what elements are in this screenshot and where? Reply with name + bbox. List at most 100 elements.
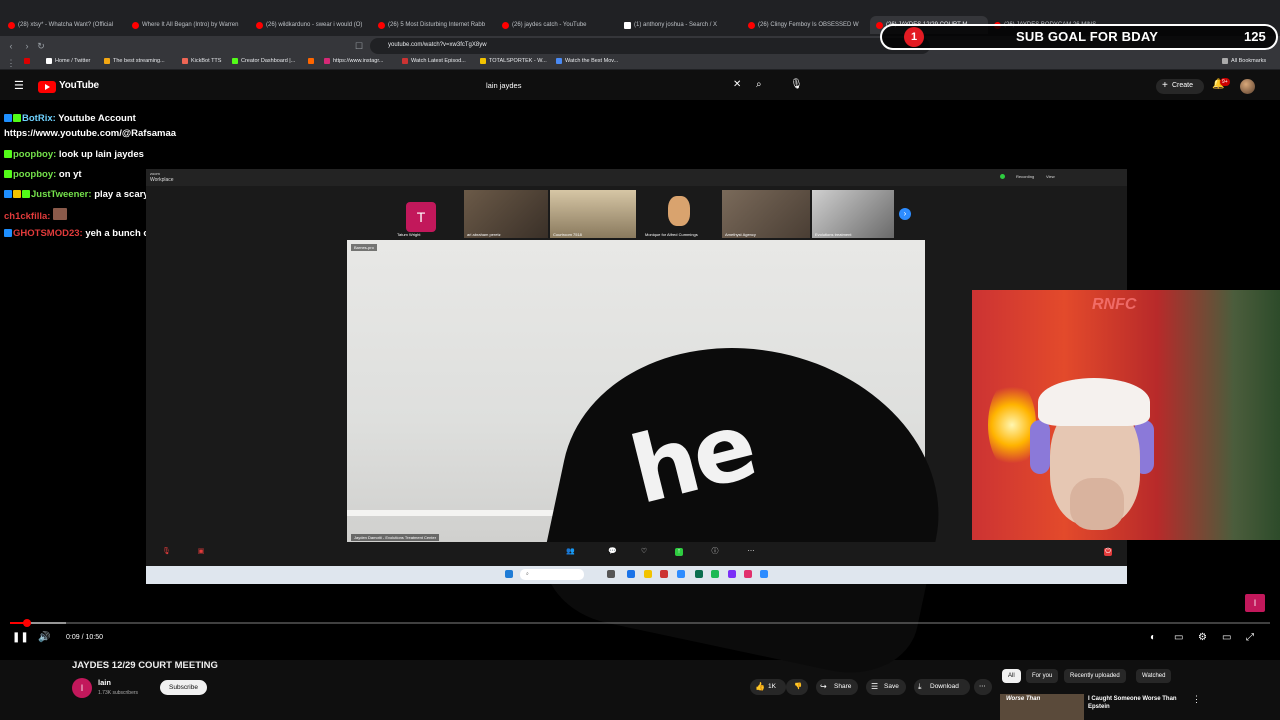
url-field[interactable]: youtube.com/watch?v=xw3fcTgX8yw xyxy=(370,38,930,54)
participants-icon[interactable]: 👥 xyxy=(566,548,575,556)
bookmark-icon xyxy=(104,58,110,64)
youtube-logo-icon[interactable] xyxy=(38,81,56,93)
fullscreen-icon[interactable]: ⤢ xyxy=(1246,632,1254,644)
participant-tile[interactable]: T Tatum Wright xyxy=(394,190,450,238)
participant-tile[interactable]: Monique for Alfred Cummings xyxy=(642,190,716,238)
next-page-icon[interactable]: › xyxy=(899,208,911,220)
browser-tab[interactable]: Where It All Began (Intro) by Warren xyxy=(132,16,244,34)
recommended-title[interactable]: I Caught Someone Worse Than Epstein xyxy=(1088,695,1188,711)
windows-start-icon[interactable] xyxy=(505,570,513,578)
youtube-icon xyxy=(8,21,15,29)
back-icon[interactable]: ‹ xyxy=(6,41,16,51)
participant-tile[interactable]: ari abraham peretz xyxy=(464,190,548,238)
youtube-icon xyxy=(24,58,30,64)
menu-icon[interactable]: ☰ xyxy=(14,79,24,92)
view-button[interactable]: View xyxy=(1046,174,1055,179)
react-icon[interactable]: ♡ xyxy=(640,548,648,556)
autoplay-toggle[interactable]: ◐ xyxy=(1150,632,1156,644)
share-screen-icon[interactable]: ↑ xyxy=(675,548,683,556)
bookmark-item[interactable]: The best streaming... xyxy=(104,58,165,64)
taskbar-app-icon[interactable] xyxy=(677,570,685,578)
microphone-muted-icon[interactable]: 🎙 xyxy=(162,548,171,556)
download-button[interactable]: Download xyxy=(914,679,970,695)
browser-tab[interactable]: (28) xtsy* - Whatcha Want? (Official xyxy=(8,16,120,34)
participant-tile[interactable]: Evolutions treatment xyxy=(812,190,894,238)
bookmark-item[interactable]: https://www.instagr... xyxy=(324,58,383,64)
thumbs-down-icon: 👎 xyxy=(794,683,803,690)
bookmark-item[interactable]: Home / Twitter xyxy=(46,58,90,64)
bookmark-item[interactable]: TOTALSPORTEK - W... xyxy=(480,58,547,64)
instagram-icon xyxy=(324,58,330,64)
taskbar-app-icon[interactable] xyxy=(627,570,635,578)
participant-tile[interactable]: Courtroom 7518 xyxy=(550,190,636,238)
more-icon[interactable]: ⋯ xyxy=(747,548,755,556)
channel-watermark[interactable]: l xyxy=(1245,594,1265,612)
chat-icon[interactable]: 💬 xyxy=(608,548,617,556)
like-count: 1K xyxy=(768,683,776,690)
account-avatar[interactable] xyxy=(1240,79,1255,94)
bookmark-item[interactable]: KickBot TTS xyxy=(182,58,221,64)
browser-tab[interactable]: (26) Clingy Femboy Is OBSESSED W xyxy=(748,16,860,34)
meeting-info-icon[interactable]: ⓘ xyxy=(711,548,719,556)
captions-icon[interactable]: ▭ xyxy=(1174,632,1183,644)
bookmark-item[interactable] xyxy=(24,58,30,64)
reload-icon[interactable]: ↻ xyxy=(36,41,46,51)
more-actions-button[interactable]: ⋯ xyxy=(974,679,992,695)
theater-mode-icon[interactable]: ▭ xyxy=(1222,632,1231,644)
taskbar-app-icon[interactable] xyxy=(695,570,703,578)
bookmark-icon xyxy=(480,58,486,64)
browser-tab[interactable]: (26) jaydes catch - YouTube xyxy=(502,16,614,34)
participant-tile[interactable]: Amethyst Agency xyxy=(722,190,810,238)
browser-tab[interactable]: (1) anthony joshua - Search / X xyxy=(624,16,736,34)
browser-tab[interactable]: (26) 5 Most Disturbing Internet Rabb xyxy=(378,16,490,34)
youtube-icon xyxy=(132,21,139,29)
recording-indicator: Recording xyxy=(1016,174,1035,179)
bookmark-item[interactable]: Watch Latest Episod... xyxy=(402,58,466,64)
all-bookmarks[interactable]: All Bookmarks xyxy=(1222,58,1266,64)
volume-icon[interactable]: 🔊 xyxy=(38,632,50,644)
youtube-icon xyxy=(748,21,755,29)
taskbar-app-icon[interactable] xyxy=(744,570,752,578)
taskbar-search[interactable]: ⌕ xyxy=(520,569,584,580)
cam-lamp xyxy=(988,380,1036,470)
leave-icon[interactable]: ⏻ xyxy=(1104,548,1112,556)
bookmark-item[interactable] xyxy=(308,58,314,64)
browser-tab[interactable]: (26) wildkarduno - swear i would (O) xyxy=(256,16,368,34)
chip-recently-uploaded[interactable]: Recently uploaded xyxy=(1064,669,1126,683)
bookmark-item[interactable]: Watch the Best Mov... xyxy=(556,58,618,64)
clear-search-icon[interactable]: ✕ xyxy=(733,79,741,90)
taskbar-app-icon[interactable] xyxy=(728,570,736,578)
zoom-title-bar: zoom Workplace Recording View xyxy=(146,169,1127,186)
taskbar-app-icon[interactable] xyxy=(711,570,719,578)
search-input[interactable]: lain jaydes xyxy=(486,81,521,90)
participant-label: Courtroom 7518 xyxy=(553,232,582,237)
bookmark-icon[interactable]: ☐ xyxy=(354,41,364,51)
youtube-logo-text[interactable]: YouTube xyxy=(59,80,99,91)
progress-scrubber[interactable] xyxy=(23,619,31,627)
participant-face xyxy=(668,196,690,226)
dislike-button[interactable]: 👎 xyxy=(786,679,808,695)
channel-avatar[interactable]: l xyxy=(72,678,92,698)
chip-all[interactable]: All xyxy=(1002,669,1021,683)
share-label: Share xyxy=(834,683,852,690)
apps-icon[interactable]: ⋮ xyxy=(6,58,16,68)
video-off-icon[interactable]: ▣ xyxy=(197,548,205,556)
zoom-app-label: zoom xyxy=(150,171,160,176)
taskbar-app-icon[interactable] xyxy=(760,570,768,578)
settings-gear-icon[interactable]: ⚙ xyxy=(1198,632,1207,644)
search-icon[interactable]: ⌕ xyxy=(756,79,762,90)
subscribe-button[interactable]: Subscribe xyxy=(160,680,207,695)
chip-for-you[interactable]: For you xyxy=(1026,669,1059,683)
taskbar-app-icon[interactable] xyxy=(660,570,668,578)
subscriber-count: 1.73K subscribers xyxy=(98,690,139,696)
microphone-icon[interactable]: 🎙 xyxy=(790,79,803,90)
pause-icon[interactable]: ❚❚ xyxy=(12,632,29,644)
chip-watched[interactable]: Watched xyxy=(1136,669,1172,683)
forward-icon[interactable]: › xyxy=(22,41,32,51)
taskbar-app-icon[interactable] xyxy=(607,570,615,578)
progress-bar[interactable] xyxy=(10,622,1270,624)
taskbar-app-icon[interactable] xyxy=(644,570,652,578)
channel-name[interactable]: lain xyxy=(98,678,111,687)
bookmark-item[interactable]: Creator Dashboard |... xyxy=(232,58,295,64)
more-vert-icon[interactable]: ⋮ xyxy=(1192,694,1201,705)
